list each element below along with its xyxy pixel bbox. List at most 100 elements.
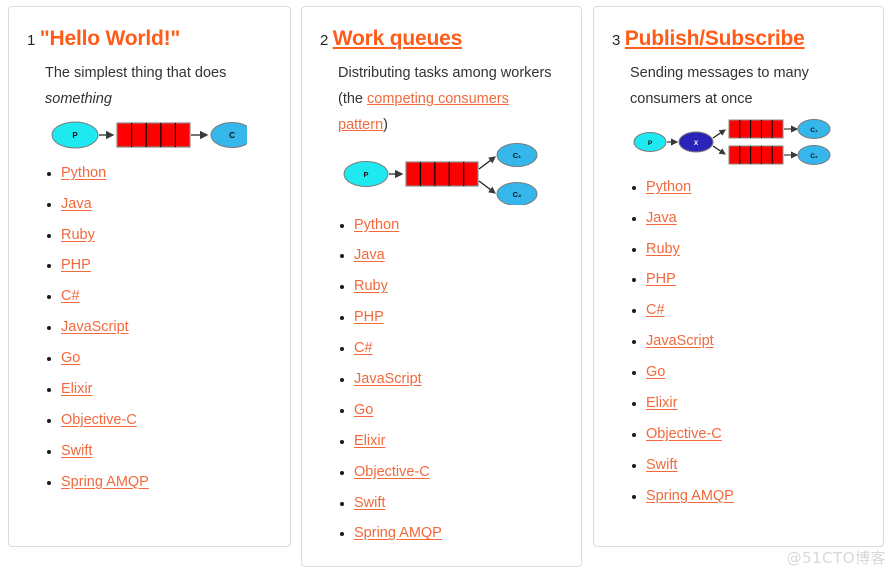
card-heading: 2 Work queues [320, 27, 563, 51]
list-item: Go [340, 402, 563, 418]
language-link-php[interactable]: PHP [646, 271, 676, 287]
svg-text:C₂: C₂ [513, 190, 522, 199]
card-title[interactable]: Work queues [333, 27, 462, 50]
tutorial-card-work-queues[interactable]: 2 Work queues Distributing tasks among w… [301, 6, 582, 567]
tutorial-card-publish-subscribe[interactable]: 3 Publish/Subscribe Sending messages to … [593, 6, 884, 547]
language-link-ruby[interactable]: Ruby [646, 241, 680, 257]
list-item: C# [632, 302, 865, 318]
list-item: Elixir [632, 395, 865, 411]
list-item: PHP [340, 309, 563, 325]
list-item: Go [47, 350, 272, 366]
language-link-objectivec[interactable]: Objective-C [646, 426, 722, 442]
description-emphasis: something [45, 90, 112, 107]
language-list-1: Python Java Ruby PHP C# JavaScript Go El… [27, 165, 272, 490]
language-link-ruby[interactable]: Ruby [354, 278, 388, 294]
language-link-swift[interactable]: Swift [354, 495, 385, 511]
card-description: The simplest thing that does something [27, 61, 260, 113]
list-item: Java [47, 196, 272, 212]
language-link-csharp[interactable]: C# [354, 340, 373, 356]
language-link-objectivec[interactable]: Objective-C [354, 464, 430, 480]
card-content: 3 Publish/Subscribe Sending messages to … [594, 7, 883, 534]
list-item: Ruby [632, 241, 865, 257]
language-link-objectivec[interactable]: Objective-C [61, 412, 137, 428]
list-item: JavaScript [47, 319, 272, 335]
card-number: 1 [27, 32, 36, 49]
language-link-java[interactable]: Java [61, 196, 92, 212]
card-title[interactable]: "Hello World!" [40, 27, 181, 50]
language-link-javascript[interactable]: JavaScript [646, 333, 714, 349]
list-item: Go [632, 364, 865, 380]
list-item: Ruby [340, 278, 563, 294]
list-item: Python [340, 217, 563, 233]
list-item: Elixir [47, 381, 272, 397]
language-link-go[interactable]: Go [354, 402, 373, 418]
language-link-spring-amqp[interactable]: Spring AMQP [61, 474, 149, 490]
card-number: 2 [320, 32, 329, 49]
queue-node-1 [728, 119, 784, 139]
publish-subscribe-diagram: P X C₁ C₂ [612, 117, 865, 172]
svg-text:C₁: C₁ [810, 127, 818, 134]
language-link-php[interactable]: PHP [61, 257, 91, 273]
language-link-javascript[interactable]: JavaScript [354, 371, 422, 387]
list-item: Swift [47, 443, 272, 459]
language-link-java[interactable]: Java [646, 210, 677, 226]
svg-text:C₁: C₁ [513, 151, 522, 160]
language-link-php[interactable]: PHP [354, 309, 384, 325]
list-item: Objective-C [47, 412, 272, 428]
queue-node [405, 160, 479, 187]
description-text: Sending messages to many consumers at on… [630, 65, 809, 107]
language-list-2: Python Java Ruby PHP C# JavaScript Go El… [320, 217, 563, 541]
language-link-ruby[interactable]: Ruby [61, 227, 95, 243]
language-link-spring-amqp[interactable]: Spring AMQP [354, 525, 442, 541]
list-item: PHP [47, 257, 272, 273]
list-item: Swift [340, 495, 563, 511]
site-watermark: @51CTO博客 [786, 549, 886, 567]
list-item: Objective-C [340, 464, 563, 480]
svg-text:P: P [648, 140, 653, 147]
list-item: Elixir [340, 433, 563, 449]
language-link-spring-amqp[interactable]: Spring AMQP [646, 488, 734, 504]
language-link-swift[interactable]: Swift [61, 443, 92, 459]
list-item: Objective-C [632, 426, 865, 442]
language-link-swift[interactable]: Swift [646, 457, 677, 473]
language-link-csharp[interactable]: C# [61, 288, 80, 304]
svg-text:P: P [363, 170, 368, 179]
card-content: 1 "Hello World!" The simplest thing that… [9, 7, 290, 520]
list-item: PHP [632, 271, 865, 287]
list-item: Spring AMQP [340, 525, 563, 541]
card-description: Distributing tasks among workers (the co… [320, 61, 553, 138]
svg-text:C: C [229, 131, 235, 140]
list-item: Swift [632, 457, 865, 473]
language-link-elixir[interactable]: Elixir [354, 433, 385, 449]
tutorial-cards-board: 1 "Hello World!" The simplest thing that… [0, 0, 894, 572]
list-item: Java [632, 210, 865, 226]
language-link-go[interactable]: Go [61, 350, 80, 366]
hello-world-diagram: P C [27, 117, 272, 158]
card-description: Sending messages to many consumers at on… [612, 61, 845, 113]
language-link-java[interactable]: Java [354, 247, 385, 263]
language-link-python[interactable]: Python [354, 217, 399, 233]
list-item: C# [47, 288, 272, 304]
card-title[interactable]: Publish/Subscribe [625, 27, 805, 50]
description-text-tail: ) [383, 116, 388, 133]
language-link-elixir[interactable]: Elixir [61, 381, 92, 397]
language-link-javascript[interactable]: JavaScript [61, 319, 129, 335]
list-item: Ruby [47, 227, 272, 243]
language-link-csharp[interactable]: C# [646, 302, 665, 318]
queue-node-2 [728, 145, 784, 165]
list-item: JavaScript [340, 371, 563, 387]
language-link-elixir[interactable]: Elixir [646, 395, 677, 411]
language-link-python[interactable]: Python [646, 179, 691, 195]
list-item: Java [340, 247, 563, 263]
queue-node [116, 122, 191, 148]
tutorial-card-hello-world[interactable]: 1 "Hello World!" The simplest thing that… [8, 6, 291, 547]
svg-text:P: P [72, 131, 78, 140]
language-link-go[interactable]: Go [646, 364, 665, 380]
language-list-3: Python Java Ruby PHP C# JavaScript Go El… [612, 179, 865, 504]
list-item: Spring AMQP [632, 488, 865, 504]
list-item: Python [632, 179, 865, 195]
svg-text:X: X [694, 140, 699, 147]
language-link-python[interactable]: Python [61, 165, 106, 181]
svg-text:C₂: C₂ [810, 153, 818, 160]
list-item: JavaScript [632, 333, 865, 349]
